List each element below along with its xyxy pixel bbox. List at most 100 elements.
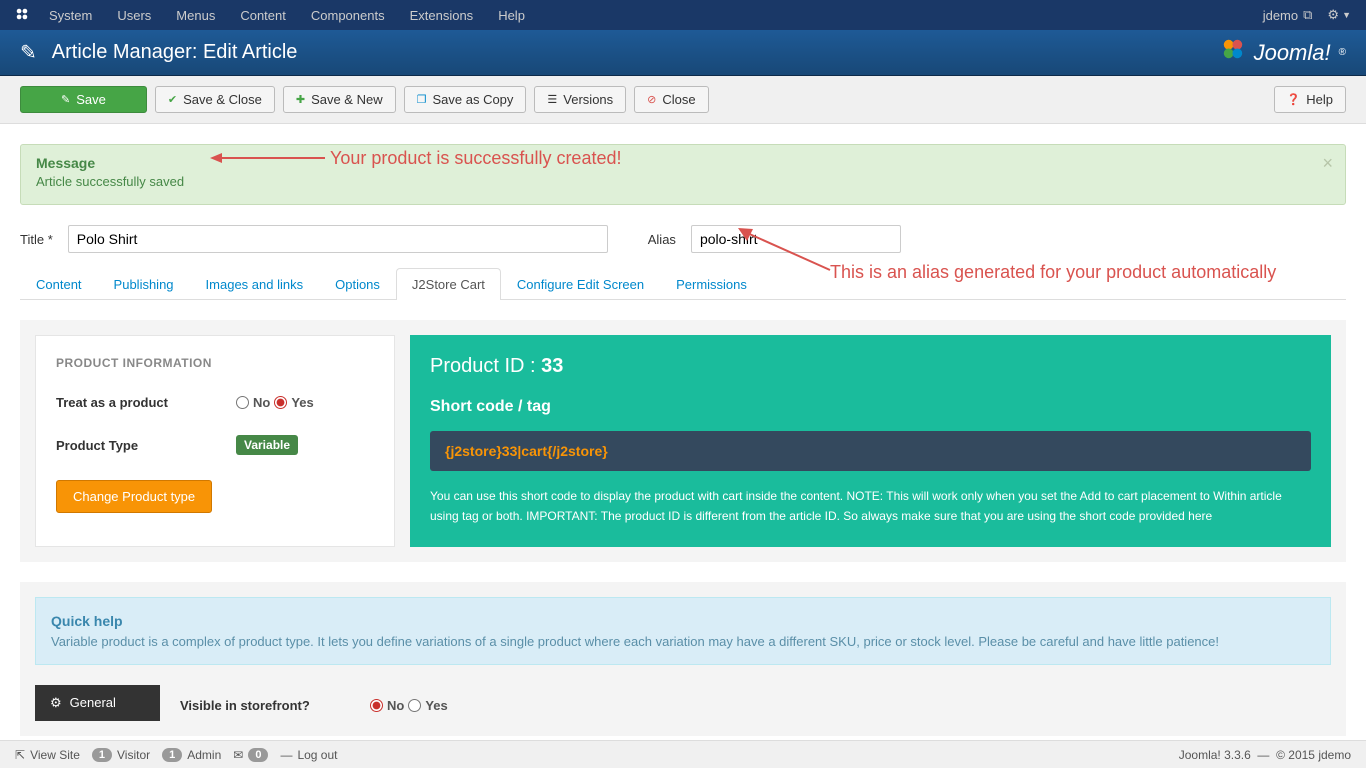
- tab-publishing[interactable]: Publishing: [98, 268, 190, 300]
- tab-content[interactable]: Content: [20, 268, 98, 300]
- shortcode-heading: Short code / tag: [430, 398, 1311, 416]
- mail-badge: 0: [248, 748, 268, 762]
- save-label: Save: [76, 92, 106, 107]
- close-label: Close: [662, 92, 695, 107]
- save-close-button[interactable]: ✔ Save & Close: [155, 86, 275, 113]
- version-info: Joomla! 3.3.6 — © 2015 jdemo: [1179, 748, 1351, 762]
- check-icon: ✔: [168, 93, 177, 106]
- save-button[interactable]: ✎ Save: [20, 86, 147, 113]
- quick-help-body: Variable product is a complex of product…: [51, 634, 1315, 649]
- registered-icon: ®: [1339, 47, 1346, 58]
- logout-link[interactable]: — Log out: [280, 748, 337, 762]
- type-label: Product Type: [56, 438, 236, 453]
- message-body: Article successfully saved: [36, 174, 1310, 189]
- nav-components[interactable]: Components: [311, 8, 385, 23]
- treat-no-label: No: [253, 395, 270, 410]
- tab-options[interactable]: Options: [319, 268, 396, 300]
- external-icon: ⇱: [15, 748, 25, 762]
- visible-storefront-row: Visible in storefront? No Yes: [180, 685, 448, 721]
- treat-yes-radio[interactable]: [274, 396, 287, 409]
- mail-item[interactable]: ✉ 0: [233, 748, 268, 762]
- quick-help-heading: Quick help: [51, 613, 1315, 629]
- copyright-label: © 2015 jdemo: [1276, 748, 1351, 762]
- user-menu[interactable]: jdemo ⧉: [1263, 7, 1313, 23]
- question-icon: ❓: [1287, 93, 1301, 106]
- joomla-logo: Joomla! ®: [1220, 36, 1346, 69]
- save-new-label: Save & New: [311, 92, 383, 107]
- treat-as-product-row: Treat as a product No Yes: [56, 395, 374, 410]
- visible-no-label: No: [387, 698, 404, 713]
- admin-badge: 1: [162, 748, 182, 762]
- save-copy-label: Save as Copy: [432, 92, 513, 107]
- nav-system[interactable]: System: [49, 8, 92, 23]
- joomla-icon[interactable]: [15, 7, 29, 24]
- nav-menus[interactable]: Menus: [176, 8, 215, 23]
- visible-yes-label: Yes: [425, 698, 447, 713]
- nav-content[interactable]: Content: [240, 8, 286, 23]
- shortcode-box: {j2store}33|cart{/j2store}: [430, 431, 1311, 471]
- page-header: ✎ Article Manager: Edit Article Joomla! …: [0, 30, 1366, 76]
- status-bar: ⇱ View Site 1 Visitor 1 Admin ✉ 0 — Log …: [0, 740, 1366, 768]
- joomla-logo-icon: [15, 7, 29, 21]
- j2store-panel: PRODUCT INFORMATION Treat as a product N…: [20, 320, 1346, 562]
- title-input[interactable]: [68, 225, 608, 253]
- help-button[interactable]: ❓ Help: [1274, 86, 1346, 113]
- treat-label: Treat as a product: [56, 395, 236, 410]
- product-id-label: Product ID :: [430, 355, 536, 377]
- visible-yes-radio[interactable]: [408, 699, 421, 712]
- vtab-general[interactable]: ⚙ General: [35, 685, 160, 721]
- help-label: Help: [1306, 92, 1333, 107]
- joomla-brand-text: Joomla!: [1254, 40, 1331, 66]
- versions-label: Versions: [563, 92, 613, 107]
- save-copy-button[interactable]: ❐ Save as Copy: [404, 86, 527, 113]
- visible-no-radio[interactable]: [370, 699, 383, 712]
- quick-help-box: Quick help Variable product is a complex…: [35, 597, 1331, 665]
- plus-icon: ✚: [296, 93, 305, 106]
- product-info-heading: PRODUCT INFORMATION: [56, 356, 374, 370]
- nav-help[interactable]: Help: [498, 8, 525, 23]
- vertical-tabs: ⚙ General: [35, 685, 160, 721]
- settings-menu[interactable]: ⚙ ▼: [1327, 7, 1351, 23]
- product-id-value: 33: [541, 355, 563, 377]
- visitor-badge: 1: [92, 748, 112, 762]
- cancel-icon: ⊘: [647, 93, 656, 106]
- nav-extensions[interactable]: Extensions: [410, 8, 474, 23]
- treat-no-radio[interactable]: [236, 396, 249, 409]
- tab-configure-edit[interactable]: Configure Edit Screen: [501, 268, 660, 300]
- alias-input[interactable]: [691, 225, 901, 253]
- top-navbar: System Users Menus Content Components Ex…: [0, 0, 1366, 30]
- versions-button[interactable]: ☰ Versions: [534, 86, 626, 113]
- close-alert-button[interactable]: ×: [1322, 153, 1333, 174]
- visitor-count-item[interactable]: 1 Visitor: [92, 748, 150, 762]
- mail-icon: ✉: [233, 748, 243, 762]
- pencil-icon: ✎: [20, 40, 37, 65]
- tab-images-links[interactable]: Images and links: [190, 268, 320, 300]
- toolbar: ✎ Save ✔ Save & Close ✚ Save & New ❐ Sav…: [0, 76, 1366, 124]
- gear-icon: ⚙: [50, 695, 62, 711]
- admin-count-item[interactable]: 1 Admin: [162, 748, 221, 762]
- vtab-general-label: General: [70, 695, 116, 710]
- logout-icon: —: [280, 748, 292, 762]
- view-site-link[interactable]: ⇱ View Site: [15, 748, 80, 762]
- view-site-label: View Site: [30, 748, 80, 762]
- change-product-type-button[interactable]: Change Product type: [56, 480, 212, 513]
- alias-label: Alias: [648, 232, 676, 247]
- tab-j2store-cart[interactable]: J2Store Cart: [396, 268, 501, 300]
- treat-yes-label: Yes: [291, 395, 313, 410]
- title-label: Title *: [20, 232, 53, 247]
- product-info-panel: PRODUCT INFORMATION Treat as a product N…: [35, 335, 395, 547]
- main-scroll[interactable]: ✎ Save ✔ Save & Close ✚ Save & New ❐ Sav…: [0, 76, 1366, 768]
- user-label: jdemo: [1263, 8, 1298, 23]
- save-new-button[interactable]: ✚ Save & New: [283, 86, 396, 113]
- copy-icon: ❐: [417, 93, 427, 106]
- tab-permissions[interactable]: Permissions: [660, 268, 763, 300]
- nav-users[interactable]: Users: [117, 8, 151, 23]
- product-id-heading: Product ID : 33: [430, 355, 1311, 378]
- success-message: × Message Article successfully saved: [20, 144, 1346, 205]
- title-alias-row: Title * Alias: [20, 225, 1346, 253]
- external-link-icon: ⧉: [1303, 7, 1312, 23]
- type-badge: Variable: [236, 435, 298, 455]
- close-button[interactable]: ⊘ Close: [634, 86, 708, 113]
- caret-down-icon: ▼: [1342, 10, 1351, 20]
- joomla-brand-icon: [1220, 36, 1246, 69]
